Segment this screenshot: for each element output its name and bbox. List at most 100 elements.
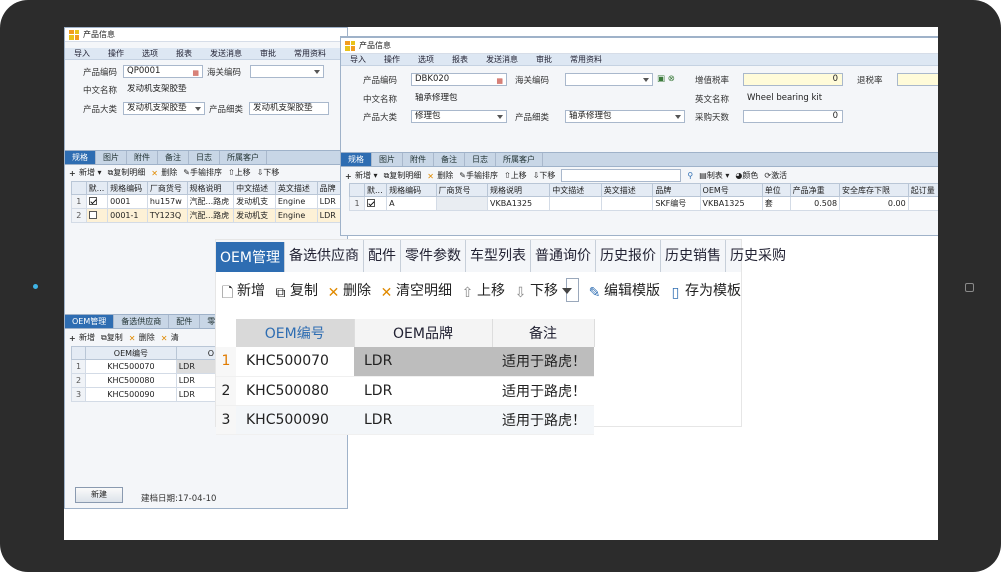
menu-options[interactable]: 选项 (133, 48, 167, 59)
safety-cell[interactable]: 0.00 (839, 196, 909, 211)
tab-suppliers[interactable]: 备选供应商 (114, 315, 170, 328)
tab-images[interactable]: 图片 (372, 153, 403, 166)
oem-code-cell[interactable]: KHC500080 (85, 373, 177, 388)
rebate-field[interactable] (897, 73, 938, 86)
menu-options[interactable]: 选项 (409, 54, 443, 65)
customs-code-select[interactable] (565, 73, 653, 86)
spec-code-cell[interactable]: 0001 (107, 194, 148, 209)
move-up-button[interactable]: ⇧上移 (228, 167, 251, 178)
table-row[interactable]: 1 KHC500070 LDR 适用于路虎！ (216, 347, 594, 377)
table-row[interactable]: 1 KHC500070 LDR (70, 359, 218, 374)
tab-notes[interactable]: 备注 (158, 151, 189, 164)
tab-log[interactable]: 日志 (189, 151, 220, 164)
tab-spec[interactable]: 规格 (65, 151, 96, 164)
menu-operate[interactable]: 操作 (99, 48, 133, 59)
desc-cell[interactable]: 汽配...路虎 (186, 194, 235, 209)
tab-accessories[interactable]: 配件 (364, 240, 401, 272)
move-down-button[interactable]: ⇩下移 (257, 167, 280, 178)
tab-log[interactable]: 日志 (465, 153, 496, 166)
zoom-delete-button[interactable]: ✕ 删除 (326, 280, 371, 301)
en-cell[interactable]: Engine (274, 194, 318, 209)
customs-edit-icon[interactable]: ▣ ⊗ (657, 74, 675, 84)
tab-inquiry[interactable]: 普通询价 (531, 240, 596, 272)
subcategory-select[interactable]: 轴承修理包 (565, 110, 685, 123)
cn-cell[interactable]: 发动机支 (233, 194, 276, 209)
oem-delete-button[interactable]: ✕ 删除 (129, 332, 155, 343)
move-up-button[interactable]: ⇧上移 (504, 170, 527, 181)
tab-sales-history[interactable]: 历史销售 (661, 240, 726, 272)
template-select[interactable] (562, 278, 579, 302)
brand-cell[interactable]: SKF编号 (652, 196, 701, 211)
zoom-clear-button[interactable]: ✕ 清空明细 (379, 280, 452, 301)
oem-brand-cell[interactable]: LDR (354, 405, 492, 435)
category-select[interactable]: 发动机支架胶垫 (123, 102, 205, 115)
checkbox-checked-icon[interactable] (367, 199, 376, 207)
home-button[interactable] (965, 283, 974, 292)
default-checkbox[interactable] (85, 194, 109, 209)
tab-part-params[interactable]: 零件参数 (401, 240, 466, 272)
color-button[interactable]: ◕颜色 (735, 170, 758, 181)
tab-attachments[interactable]: 附件 (127, 151, 158, 164)
menu-approve[interactable]: 审批 (527, 54, 561, 65)
oem-brand-cell[interactable]: LDR (354, 347, 492, 377)
table-row[interactable]: 2 KHC500080 LDR (70, 373, 218, 388)
menu-send-message[interactable]: 发送消息 (201, 48, 251, 59)
oem-brand-cell[interactable]: LDR (175, 359, 218, 374)
oem-code-cell[interactable]: KHC500090 (236, 405, 354, 435)
menu-reports[interactable]: 报表 (443, 54, 477, 65)
menu-common[interactable]: 常用资料 (285, 48, 335, 59)
vendor-cell[interactable]: hu157w (146, 194, 188, 209)
product-code-field[interactable]: QP0001 ▦ (123, 65, 203, 78)
note-cell[interactable]: 适用于路虎！ (492, 376, 594, 406)
copy-detail-button[interactable]: ⧉复制明细 (384, 170, 422, 181)
spec-code-cell[interactable]: A (386, 196, 437, 211)
desc-cell[interactable]: 汽配...路虎 (186, 208, 235, 223)
menu-common[interactable]: 常用资料 (561, 54, 611, 65)
checkbox-checked-icon[interactable] (88, 197, 97, 205)
product-code-field[interactable]: DBK020 ▦ (411, 73, 507, 86)
menu-send-message[interactable]: 发送消息 (477, 54, 527, 65)
filter-input[interactable] (561, 169, 682, 182)
tab-attachments[interactable]: 附件 (403, 153, 434, 166)
tab-oem-management[interactable]: OEM管理 (216, 242, 285, 272)
zoom-add-button[interactable]: 🗋 新增 (220, 280, 265, 301)
unit-cell[interactable]: 套 (761, 196, 791, 211)
vendor-cell[interactable] (435, 196, 489, 211)
move-down-button[interactable]: ⇩下移 (533, 170, 556, 181)
table-row[interactable]: 1 A VKBA1325 SKF编号 VKBA1325 套 0.508 0.00 (348, 196, 938, 211)
tab-quote-history[interactable]: 历史报价 (596, 240, 661, 272)
chinese-name-field[interactable]: 轴承修理包 (411, 92, 681, 105)
oem-brand-cell[interactable]: LDR (354, 376, 492, 406)
tab-alt-suppliers[interactable]: 备选供应商 (285, 240, 364, 272)
checkbox-empty-icon[interactable] (88, 211, 97, 219)
zoom-copy-button[interactable]: ⧉ 复制 (273, 280, 319, 301)
tab-spec[interactable]: 规格 (341, 153, 372, 166)
menu-approve[interactable]: 审批 (251, 48, 285, 59)
table-row[interactable]: 3 KHC500090 LDR 适用于路虎！ (216, 405, 594, 435)
note-cell[interactable]: 适用于路虎！ (492, 405, 594, 435)
en-cell[interactable] (600, 196, 654, 211)
menu-reports[interactable]: 报表 (167, 48, 201, 59)
moq-cell[interactable] (907, 196, 938, 211)
activate-button[interactable]: ⟳激活 (764, 170, 787, 181)
table-row[interactable]: 3 KHC500090 LDR (70, 387, 218, 402)
spec-code-cell[interactable]: 0001-1 (107, 208, 148, 223)
tabulate-button[interactable]: ▤制表 ▾ (699, 170, 729, 181)
table-row[interactable]: 2 KHC500080 LDR 适用于路虎！ (216, 376, 594, 406)
menu-operate[interactable]: 操作 (375, 54, 409, 65)
chinese-name-field[interactable]: 发动机支架胶垫 (123, 83, 323, 96)
vendor-cell[interactable]: TY123Q (146, 208, 188, 223)
tab-customers[interactable]: 所属客户 (496, 153, 543, 166)
zoom-move-up-button[interactable]: ⇧ 上移 (460, 280, 505, 301)
menu-import[interactable]: 导入 (341, 54, 375, 65)
copy-detail-button[interactable]: ⧉复制明细 (108, 167, 146, 178)
save-template-button[interactable]: ▯ 存为模板 (668, 280, 741, 301)
en-cell[interactable]: Engine (274, 208, 318, 223)
zoom-move-down-button[interactable]: ⇩ 下移 (513, 280, 558, 301)
tab-purchase-history[interactable]: 历史采购 (726, 240, 790, 272)
purchase-days-field[interactable]: 0 (743, 110, 843, 123)
oem-add-button[interactable]: 新增 (69, 332, 95, 343)
table-row[interactable]: 1 0001 hu157w 汽配...路虎 发动机支 Engine LDR (71, 194, 347, 209)
location-pin-icon[interactable]: ⚲ (687, 171, 693, 180)
category-select[interactable]: 修理包 (411, 110, 507, 123)
